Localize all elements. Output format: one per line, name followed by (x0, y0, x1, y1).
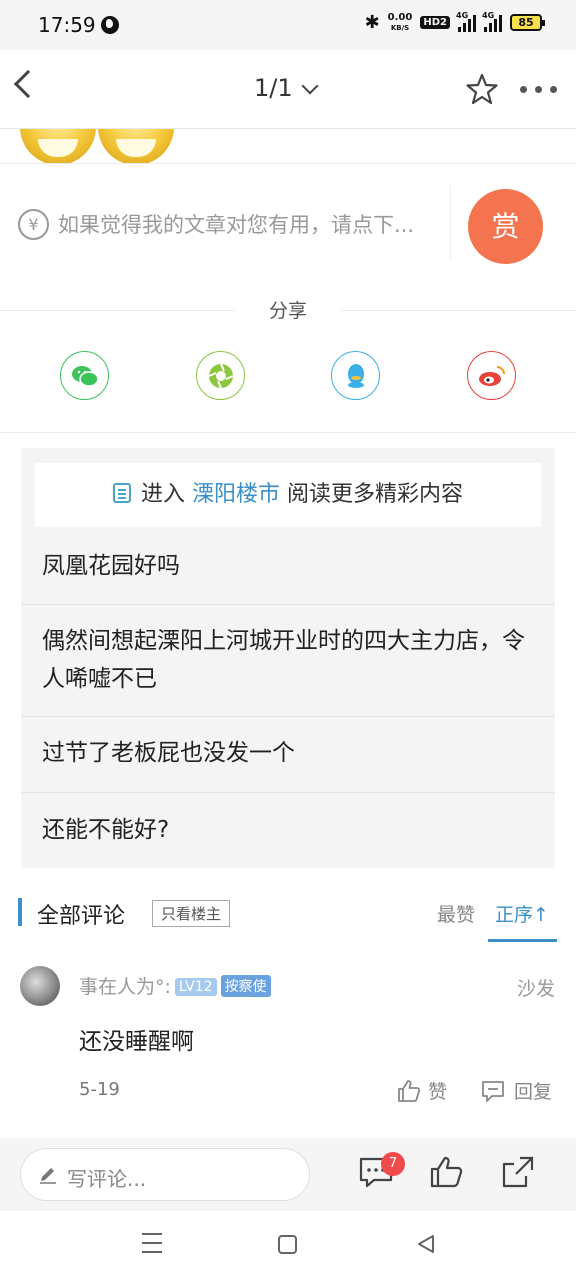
signal-icon: 4G (456, 10, 476, 32)
status-bar: 17:59 ✱ 0.00 KB/S HD2 4G 4G 85 (0, 0, 576, 50)
bottom-action-bar: 写评论... 7 (0, 1138, 576, 1211)
enter-forum-link[interactable]: 进入 溧阳楼市 阅读更多精彩内容 (35, 463, 541, 527)
top-nav-bar: 1/1 (0, 50, 576, 129)
wechat-icon[interactable] (60, 351, 109, 400)
comments-header: 全部评论 只看楼主 最赞 正序↑ (0, 880, 576, 944)
comment-username[interactable]: 事在人为°: (79, 976, 171, 998)
battery-icon: 85 (510, 14, 545, 31)
reply-icon (482, 1080, 504, 1102)
reply-button[interactable]: 回复 (480, 1077, 552, 1104)
reward-prompt: 如果觉得我的文章对您有用，请点下... (58, 213, 415, 237)
related-item[interactable]: 偶然间想起溧阳上河城开业时的四大主力店，令人唏嘘不已 (21, 605, 555, 717)
related-item[interactable]: 过节了老板屁也没发一个 (21, 717, 555, 793)
role-badge: 按察使 (220, 975, 271, 997)
share-icon[interactable] (500, 1154, 536, 1190)
document-icon (112, 483, 131, 503)
network-speed: 0.00 KB/S (387, 11, 413, 33)
comment-item: 事在人为°: LV12 按察使 沙发 还没睡醒啊 5-19 赞 回复 (0, 946, 576, 1136)
sort-best-tab[interactable]: 最赞 (437, 900, 475, 927)
emoji-image (98, 129, 174, 163)
chevron-down-icon[interactable] (301, 77, 319, 95)
network-label-1: 4G (456, 10, 469, 20)
level-badge: LV12 (174, 978, 217, 996)
weibo-icon[interactable] (467, 351, 516, 400)
yen-icon: ¥ (18, 209, 49, 240)
enter-prefix: 进入 (140, 482, 185, 507)
forum-name[interactable]: 溧阳楼市 (192, 482, 280, 507)
star-icon[interactable] (465, 72, 499, 106)
divider (0, 432, 576, 433)
network-label-2: 4G (482, 10, 495, 20)
active-tab-underline (488, 939, 557, 942)
pencil-icon (40, 1168, 56, 1184)
speed-value: 0.00 (387, 11, 413, 23)
comment-count-badge: 7 (381, 1152, 405, 1176)
thumbs-up-icon (398, 1079, 421, 1102)
sort-order-tab[interactable]: 正序↑ (495, 900, 549, 927)
reward-button[interactable]: 赏 (468, 189, 543, 264)
enter-suffix: 阅读更多精彩内容 (287, 482, 464, 507)
back-icon[interactable] (416, 1234, 436, 1254)
bluetooth-icon: ✱ (364, 12, 380, 33)
more-icon[interactable] (520, 86, 557, 93)
like-label: 赞 (428, 1081, 448, 1103)
comment-user-line: 事在人为°: LV12 按察使 (79, 972, 271, 999)
divider (341, 310, 576, 311)
moments-icon[interactable] (196, 351, 245, 400)
status-time: 17:59 (38, 13, 96, 37)
related-item[interactable]: 还能不能好? (21, 793, 555, 868)
globe-icon (101, 16, 119, 34)
like-button[interactable]: 赞 (396, 1077, 447, 1104)
comment-date: 5-19 (79, 1079, 120, 1100)
related-posts: 进入 溧阳楼市 阅读更多精彩内容 凤凰花园好吗 偶然间想起溧阳上河城开业时的四大… (21, 448, 555, 868)
signal-icon: 4G (482, 10, 502, 32)
emoji-image (20, 129, 96, 163)
thumbs-up-icon[interactable] (429, 1154, 465, 1190)
system-nav-bar (0, 1211, 576, 1280)
speed-unit: KB/S (390, 23, 410, 32)
page-indicator[interactable]: 1/1 (254, 74, 293, 102)
share-icons (0, 351, 576, 403)
avatar[interactable] (20, 966, 60, 1006)
status-right: ✱ 0.00 KB/S HD2 4G 4G 85 (364, 10, 545, 33)
only-author-button[interactable]: 只看楼主 (152, 900, 231, 927)
article-emoji-strip (0, 129, 576, 164)
floor-label: 沙发 (516, 978, 555, 1000)
qq-icon[interactable] (331, 351, 380, 400)
back-arrow-icon[interactable] (13, 69, 43, 99)
comment-text: 还没睡醒啊 (79, 1029, 194, 1055)
comments-title: 全部评论 (37, 904, 126, 929)
hd-badge: HD2 (420, 16, 450, 29)
related-item[interactable]: 凤凰花园好吗 (21, 527, 555, 605)
section-marker (18, 898, 22, 926)
reply-label: 回复 (514, 1081, 553, 1103)
write-comment-input[interactable]: 写评论... (20, 1148, 310, 1201)
write-comment-placeholder: 写评论... (67, 1167, 147, 1191)
home-icon[interactable] (278, 1235, 297, 1254)
divider (450, 186, 451, 260)
menu-icon[interactable] (142, 1233, 162, 1255)
